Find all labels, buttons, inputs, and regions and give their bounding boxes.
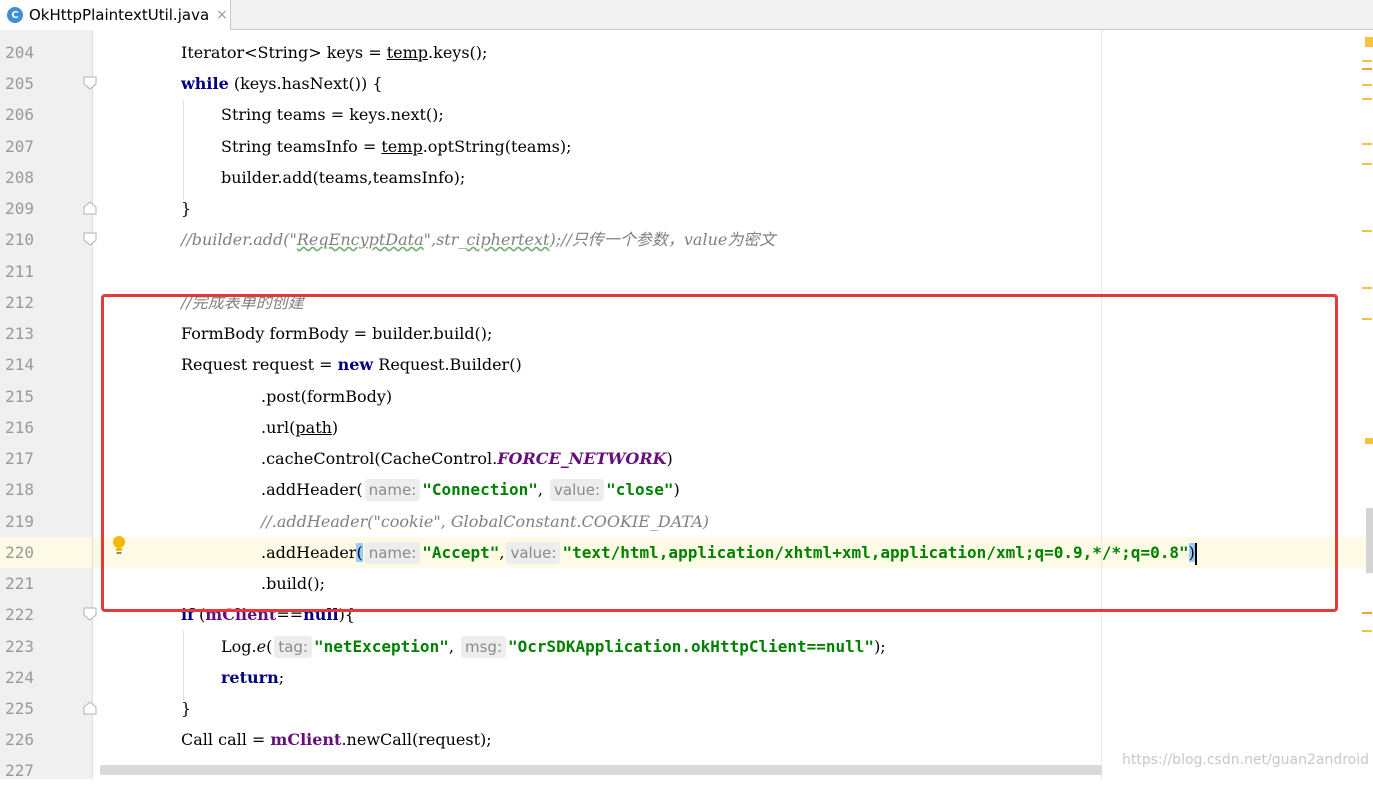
code-line[interactable]: 206 String teams = keys.next();	[0, 99, 1373, 130]
line-number: 224	[5, 668, 34, 687]
line-number: 204	[5, 43, 34, 62]
line-number: 219	[5, 512, 34, 531]
code-line[interactable]: 210 //builder.add("ReqEncyptData",str_ci…	[0, 224, 1373, 255]
error-stripe-marker[interactable]	[1362, 318, 1372, 320]
code-comment: //builder.add("ReqEncyptData",str_cipher…	[181, 230, 776, 249]
code-text: String teamsInfo = temp.optString(teams)…	[221, 137, 572, 156]
error-stripe-marker[interactable]	[1362, 612, 1372, 614]
param-hint: msg:	[461, 636, 507, 658]
line-number: 208	[5, 168, 34, 187]
line-number: 209	[5, 199, 34, 218]
fold-icon[interactable]	[83, 232, 97, 246]
error-stripe-marker[interactable]	[1362, 230, 1372, 232]
line-number: 227	[5, 761, 34, 780]
error-stripe-marker[interactable]	[1362, 68, 1372, 70]
line-number: 225	[5, 699, 34, 718]
code-text: }	[181, 199, 192, 218]
code-line[interactable]: 207 String teamsInfo = temp.optString(te…	[0, 131, 1373, 162]
line-number: 214	[5, 355, 34, 374]
error-stripe-marker[interactable]	[1362, 84, 1372, 86]
line-number: 218	[5, 480, 34, 499]
fold-end-icon[interactable]	[83, 201, 97, 215]
line-number: 223	[5, 637, 34, 656]
error-stripe-marker[interactable]	[1362, 163, 1372, 165]
fold-end-icon[interactable]	[83, 701, 97, 715]
highlight-annotation-box	[101, 294, 1338, 612]
error-stripe-marker[interactable]	[1362, 630, 1372, 632]
code-line[interactable]: 205 while (keys.hasNext()) {	[0, 68, 1373, 99]
line-number: 226	[5, 730, 34, 749]
line-number: 207	[5, 137, 34, 156]
error-stripe-marker[interactable]	[1365, 438, 1373, 444]
line-number: 205	[5, 74, 34, 93]
java-class-icon: C	[7, 7, 23, 23]
line-number: 210	[5, 230, 34, 249]
error-stripe-marker[interactable]	[1362, 287, 1372, 289]
vertical-scrollbar-thumb[interactable]	[1366, 508, 1373, 573]
tab-label: OkHttpPlaintextUtil.java	[29, 6, 210, 24]
code-text: while (keys.hasNext()) {	[181, 74, 383, 93]
error-stripe-marker[interactable]	[1362, 143, 1372, 145]
param-hint: tag:	[274, 636, 312, 658]
line-number: 206	[5, 105, 34, 124]
code-line[interactable]: 211	[0, 256, 1373, 287]
line-number: 221	[5, 574, 34, 593]
tab-okhttp-plaintext-util[interactable]: C OkHttpPlaintextUtil.java ×	[0, 0, 231, 30]
error-stripe-marker[interactable]	[1362, 98, 1372, 100]
line-number: 213	[5, 324, 34, 343]
error-stripe-marker[interactable]	[1365, 37, 1373, 47]
code-line[interactable]: 226 Call call = mClient.newCall(request)…	[0, 724, 1373, 755]
code-line[interactable]: 225 }	[0, 693, 1373, 724]
line-number: 211	[5, 262, 34, 281]
line-number: 212	[5, 293, 34, 312]
code-line[interactable]: 223 Log.e(tag: "netException", msg: "OcrSD…	[0, 631, 1373, 662]
line-number: 222	[5, 605, 34, 624]
code-text: return;	[221, 668, 285, 687]
fold-icon[interactable]	[83, 76, 97, 90]
error-stripe-marker[interactable]	[1362, 60, 1372, 62]
line-number: 215	[5, 387, 34, 406]
code-line[interactable]: 208 builder.add(teams,teamsInfo);	[0, 162, 1373, 193]
horizontal-scrollbar[interactable]	[100, 765, 1102, 775]
code-text: String teams = keys.next();	[221, 105, 444, 124]
code-line[interactable]: 209 }	[0, 193, 1373, 224]
line-number: 220	[5, 543, 34, 562]
code-text: builder.add(teams,teamsInfo);	[221, 168, 466, 187]
watermark-text: https://blog.csdn.net/guan2android	[1122, 752, 1370, 768]
close-icon[interactable]: ×	[216, 7, 228, 23]
fold-icon[interactable]	[83, 607, 97, 621]
code-line[interactable]: 224 return;	[0, 662, 1373, 693]
editor-tab-bar: C OkHttpPlaintextUtil.java ×	[0, 0, 1373, 30]
code-line[interactable]: 204 Iterator<String> keys = temp.keys();	[0, 37, 1373, 68]
code-text: Log.e(tag: "netException", msg: "OcrSDKApp…	[221, 636, 886, 658]
line-number: 216	[5, 418, 34, 437]
code-text: Call call = mClient.newCall(request);	[181, 730, 492, 749]
line-number: 217	[5, 449, 34, 468]
code-text: }	[181, 699, 192, 718]
code-text: Iterator<String> keys = temp.keys();	[181, 43, 488, 62]
